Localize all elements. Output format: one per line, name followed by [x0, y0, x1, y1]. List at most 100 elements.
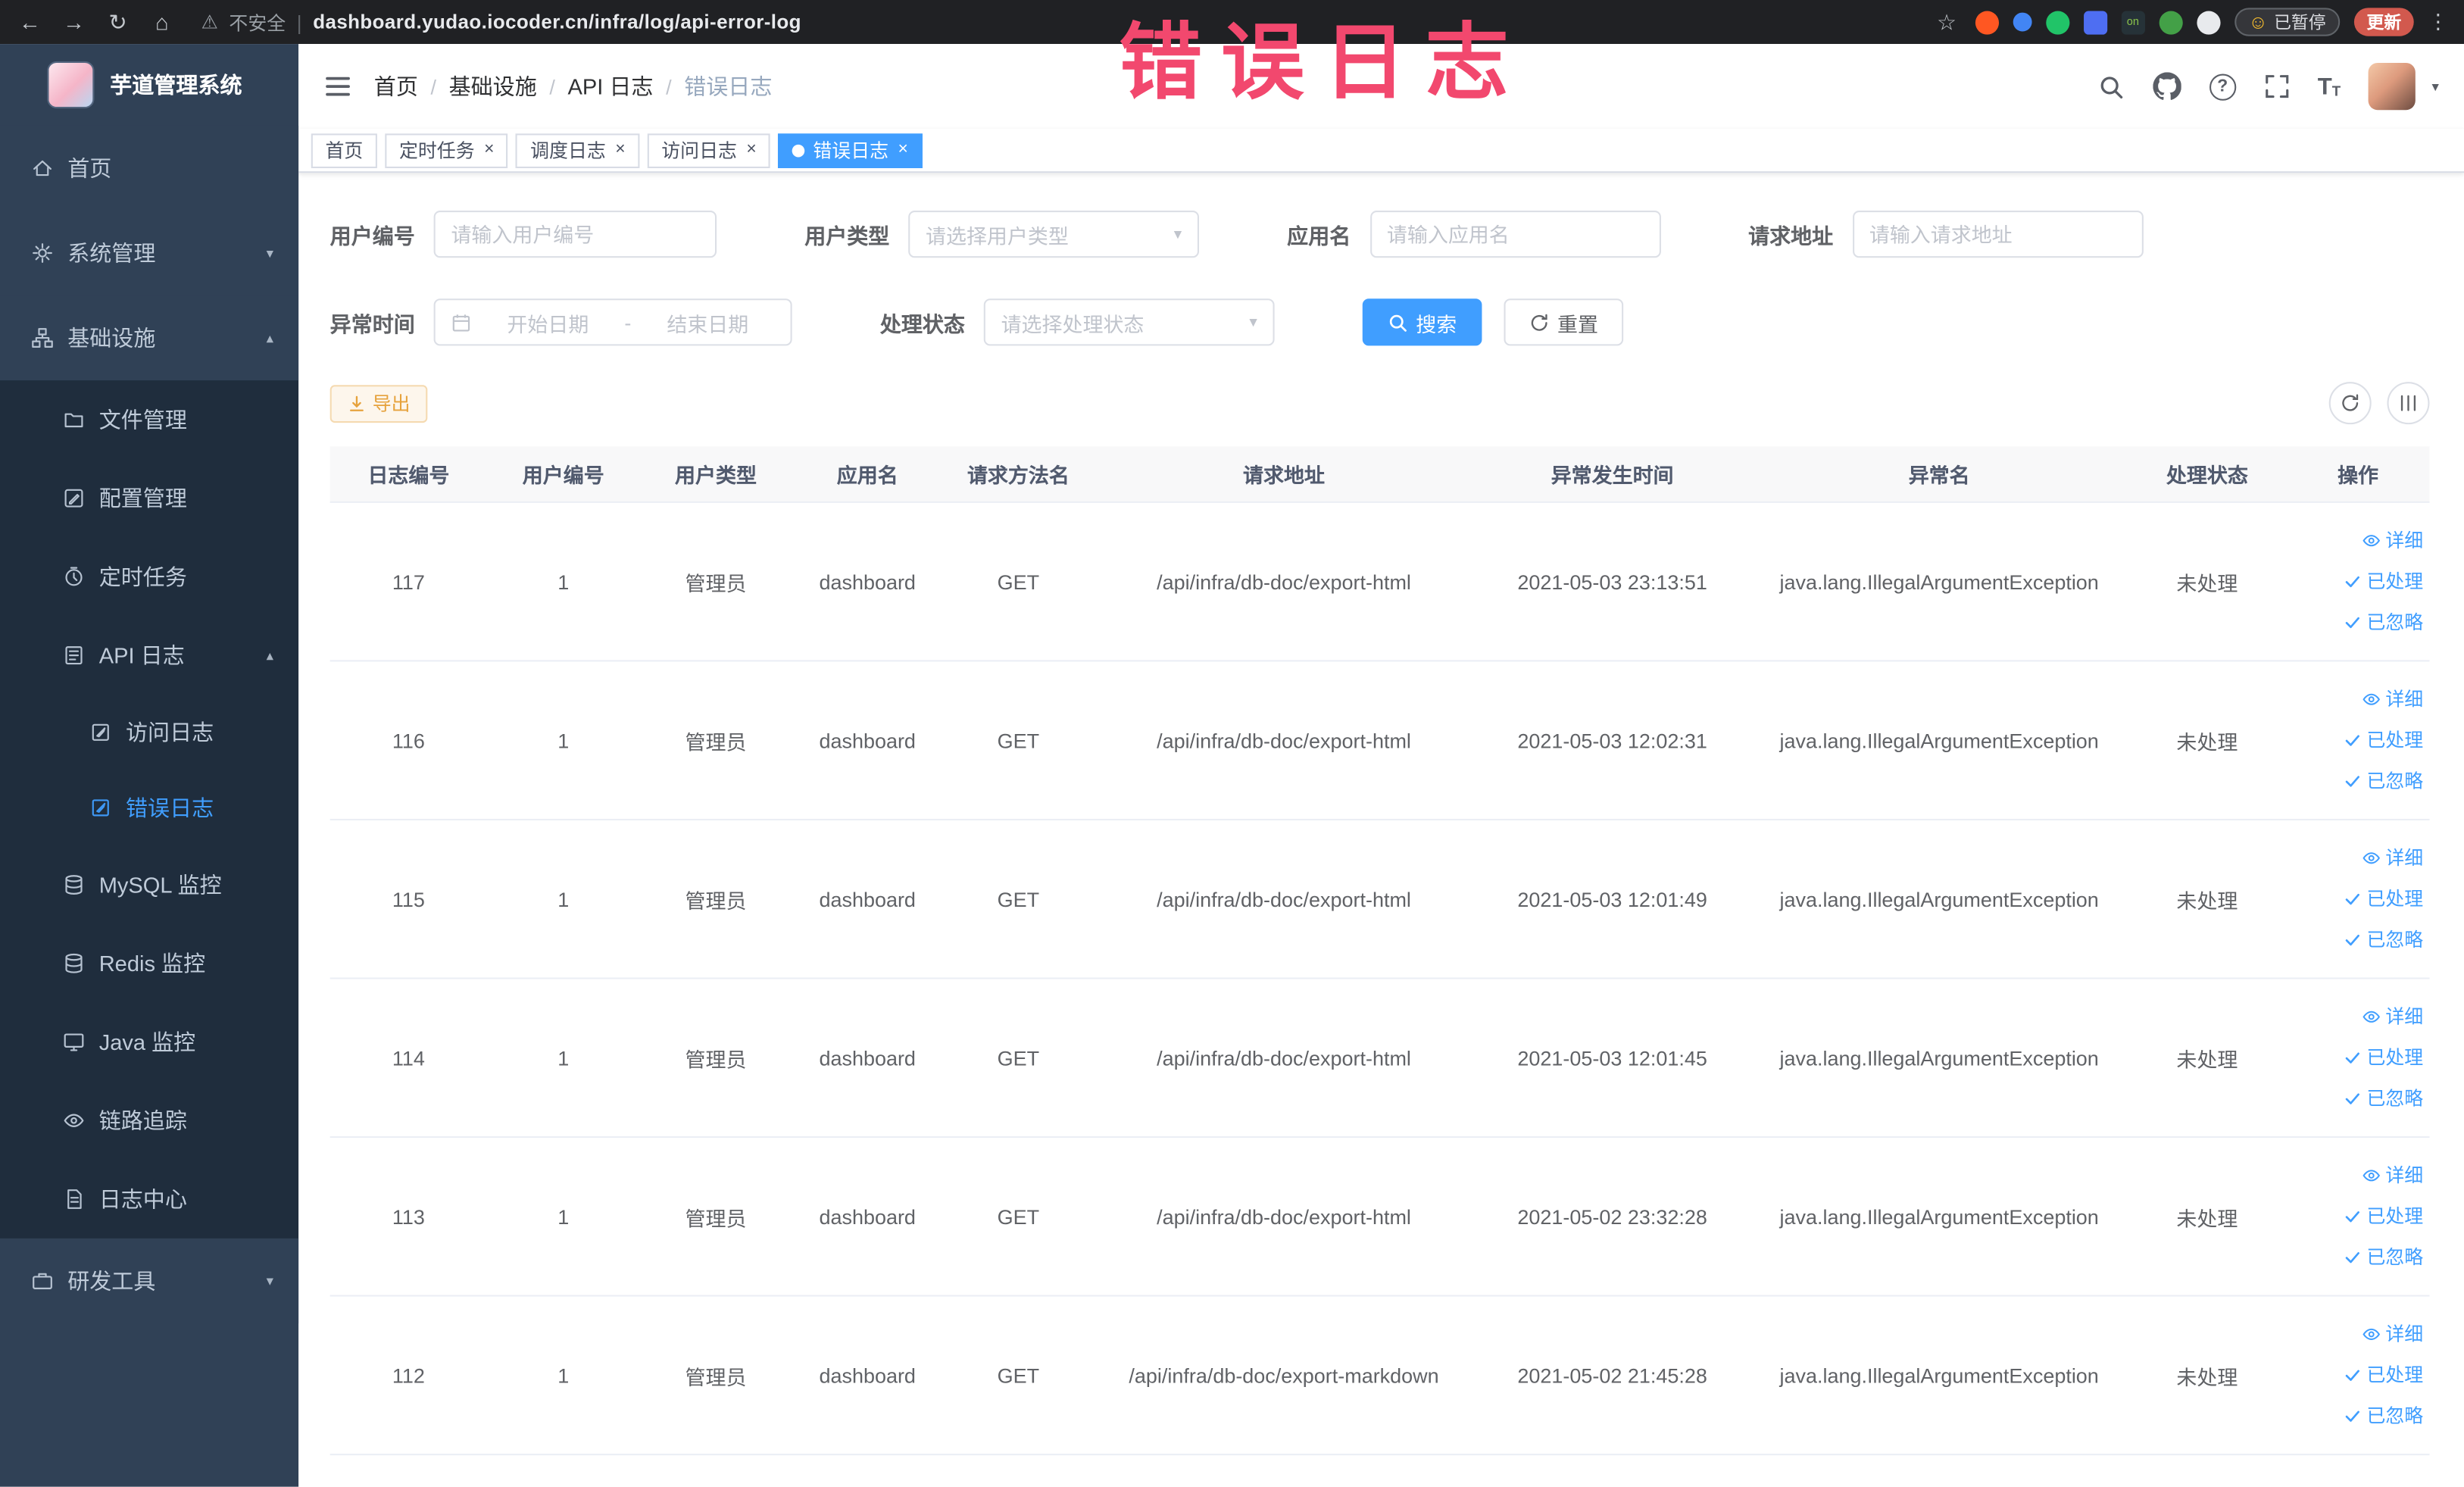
cell-user-type: 管理员 — [685, 1364, 747, 1389]
detail-link[interactable]: 详细 — [2362, 520, 2423, 561]
sidebar-item-label: 错误日志 — [125, 795, 214, 820]
sidebar-item-redis-monitor[interactable]: Redis 监控 — [0, 924, 298, 1003]
action-label: 已处理 — [2366, 1205, 2424, 1228]
tab-3[interactable]: 访问日志 × — [647, 133, 771, 167]
breadcrumb-item[interactable]: API 日志 — [567, 70, 653, 102]
close-icon[interactable]: × — [746, 141, 756, 159]
extension-icon-1[interactable] — [1975, 10, 1999, 34]
tab-0[interactable]: 首页 — [311, 133, 377, 167]
ignored-link[interactable]: 已忽略 — [2343, 761, 2423, 801]
ignored-link[interactable]: 已忽略 — [2343, 920, 2423, 961]
ignored-link[interactable]: 已忽略 — [2343, 1395, 2423, 1436]
address-bar[interactable]: ⚠ 不安全 | dashboard.yudao.iocoder.cn/infra… — [192, 8, 1916, 35]
bookmark-star-icon[interactable]: ☆ — [1932, 8, 1960, 35]
sidebar-item-home[interactable]: 首页 — [0, 125, 299, 211]
cell-user-id: 1 — [557, 1204, 570, 1229]
action-line: 详细 — [2296, 679, 2423, 720]
sidebar-item-mysql-monitor[interactable]: MySQL 监控 — [0, 845, 298, 924]
sidebar-toggle-icon[interactable] — [323, 72, 351, 100]
ignored-link[interactable]: 已忽略 — [2343, 1237, 2423, 1278]
search-button[interactable]: 搜索 — [1362, 298, 1482, 346]
back-icon[interactable]: ← — [16, 9, 44, 34]
user-id-input[interactable] — [433, 211, 717, 258]
extension-icon-6[interactable] — [2159, 10, 2183, 34]
reload-icon[interactable]: ↻ — [104, 8, 132, 35]
forward-icon[interactable]: → — [60, 9, 88, 34]
github-icon[interactable] — [2152, 72, 2181, 100]
extension-icon-3[interactable] — [2045, 10, 2069, 34]
cell-id: 117 — [392, 570, 425, 594]
sidebar-item-config-management[interactable]: 配置管理 — [0, 459, 298, 538]
extension-icon-2[interactable] — [2013, 12, 2032, 32]
date-range-picker[interactable]: 开始日期 - 结束日期 — [433, 298, 792, 346]
user-type-select[interactable]: 请选择用户类型 ▾ — [908, 211, 1199, 258]
extension-paused-badge[interactable]: ☺ 已暂停 — [2234, 8, 2341, 36]
action-line: 已处理 — [2296, 720, 2423, 761]
sidebar-item-trace[interactable]: 链路追踪 — [0, 1081, 298, 1160]
request-url-input-field[interactable] — [1869, 222, 2126, 246]
close-icon[interactable]: × — [898, 141, 907, 159]
sidebar-item-file-management[interactable]: 文件管理 — [0, 380, 298, 459]
columns-settings-button[interactable] — [2387, 382, 2430, 425]
browser-home-icon[interactable]: ⌂ — [148, 9, 176, 34]
processed-link[interactable]: 已处理 — [2343, 1354, 2423, 1395]
export-button[interactable]: 导出 — [329, 384, 428, 423]
sidebar-item-scheduled-jobs[interactable]: 定时任务 — [0, 538, 298, 617]
ignored-link[interactable]: 已忽略 — [2343, 1078, 2423, 1119]
processed-link[interactable]: 已处理 — [2343, 879, 2423, 920]
cell-url: /api/infra/db-doc/export-markdown — [1129, 1363, 1439, 1387]
fullscreen-icon[interactable] — [2264, 74, 2289, 99]
tab-active-4[interactable]: 错误日志 × — [778, 133, 923, 167]
detail-link[interactable]: 详细 — [2362, 838, 2423, 879]
cell-status: 未处理 — [2176, 1047, 2238, 1071]
detail-link[interactable]: 详细 — [2362, 1155, 2423, 1196]
close-icon[interactable]: × — [484, 141, 494, 159]
cell-exception: java.lang.IllegalArgumentException — [1779, 728, 2099, 752]
font-size-icon[interactable]: TT — [2318, 75, 2341, 98]
close-icon[interactable]: × — [615, 141, 625, 159]
user-avatar[interactable] — [2369, 62, 2416, 111]
process-status-select[interactable]: 请选择处理状态 ▾ — [983, 298, 1275, 346]
reset-button[interactable]: 重置 — [1504, 298, 1624, 346]
search-icon[interactable] — [2097, 73, 2124, 99]
user-id-input-field[interactable] — [451, 222, 700, 246]
sidebar-item-api-log[interactable]: API 日志 ▴ — [0, 616, 298, 695]
help-icon[interactable]: ? — [2209, 73, 2236, 100]
extension-icon-4[interactable] — [2083, 10, 2107, 34]
processed-link[interactable]: 已处理 — [2343, 1037, 2423, 1078]
sidebar-item-system-management[interactable]: 系统管理 ▾ — [0, 211, 299, 296]
processed-link[interactable]: 已处理 — [2343, 720, 2423, 761]
request-url-input[interactable] — [1852, 211, 2143, 258]
refresh-button[interactable] — [2328, 382, 2372, 425]
processed-link[interactable]: 已处理 — [2343, 561, 2423, 602]
cell-time: 2021-05-02 23:32:28 — [1517, 1204, 1707, 1229]
sidebar-item-infrastructure[interactable]: 基础设施 ▴ — [0, 295, 299, 381]
sidebar-item-label: 日志中心 — [98, 1186, 187, 1212]
sidebar-item-java-monitor[interactable]: Java 监控 — [0, 1003, 298, 1082]
action-line: 详细 — [2296, 1314, 2423, 1354]
breadcrumb-item[interactable]: 首页 — [374, 70, 418, 102]
ignored-link[interactable]: 已忽略 — [2343, 602, 2423, 643]
tab-1[interactable]: 定时任务 × — [385, 133, 509, 167]
detail-link[interactable]: 详细 — [2362, 679, 2423, 720]
detail-link[interactable]: 详细 — [2362, 996, 2423, 1037]
app-name-input-field[interactable] — [1386, 222, 1644, 246]
processed-link[interactable]: 已处理 — [2343, 1196, 2423, 1237]
sidebar-item-dev-tools[interactable]: 研发工具 ▾ — [0, 1238, 299, 1323]
chrome-update-button[interactable]: 更新 — [2353, 8, 2414, 36]
sidebar-item-error-log[interactable]: 错误日志 — [0, 770, 298, 846]
sidebar-logo[interactable]: 芋道管理系统 — [0, 44, 298, 126]
tab-2[interactable]: 调度日志 × — [516, 133, 640, 167]
extension-icon-7[interactable] — [2196, 10, 2221, 34]
avatar-caret-icon[interactable]: ▾ — [2432, 78, 2439, 95]
detail-link[interactable]: 详细 — [2362, 1314, 2423, 1354]
browser-menu-icon[interactable]: ⋮ — [2428, 9, 2448, 34]
cell-id: 114 — [392, 1045, 425, 1070]
sidebar-item-log-center[interactable]: 日志中心 — [0, 1160, 298, 1239]
extension-icon-5[interactable]: on — [2121, 10, 2145, 34]
check-icon — [2343, 1248, 2362, 1267]
app-name-input[interactable] — [1369, 211, 1660, 258]
breadcrumb-item[interactable]: 基础设施 — [449, 70, 537, 102]
error-log-table: 日志编号 用户编号 用户类型 应用名 请求方法名 请求地址 异常发生时间 异常名 处理状态 操作 … — [329, 446, 2430, 1456]
sidebar-item-access-log[interactable]: 访问日志 — [0, 695, 298, 770]
